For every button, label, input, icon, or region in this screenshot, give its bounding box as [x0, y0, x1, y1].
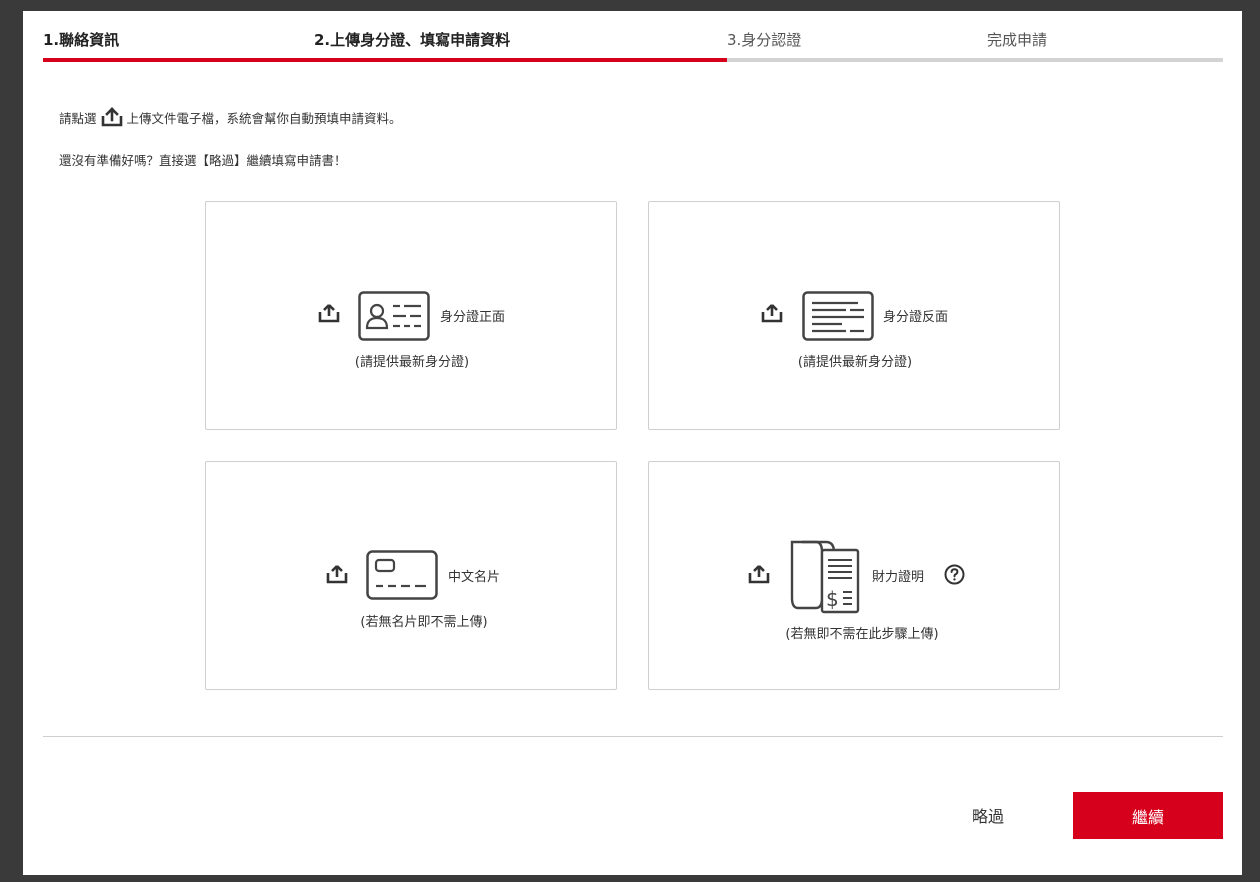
card-label: 身分證反面 — [883, 310, 949, 325]
upload-card-financial-proof[interactable]: $ 財力證明 (若無即不需在此步驟上傳) — [648, 461, 1060, 690]
svg-text:$: $ — [826, 587, 839, 611]
upload-icon — [326, 565, 348, 584]
upload-icon — [101, 107, 122, 127]
progress-track-fill — [43, 58, 728, 62]
upload-card-id-front[interactable]: 身分證正面 (請提供最新身分證) — [205, 201, 617, 430]
upload-icon — [761, 304, 783, 323]
step-identity-verification: 3.身分認證 — [727, 31, 802, 49]
intro-suffix: 上傳文件電子檔，系統會幫你自動預填申請資料。 — [126, 110, 402, 126]
footer-divider — [43, 736, 1223, 737]
card-hint: (若無名片即不需上傳) — [360, 615, 488, 630]
application-panel: 1.聯絡資訊 2.上傳身分證、填寫申請資料 3.身分認證 完成申請 請點選 上傳… — [23, 11, 1242, 875]
continue-button[interactable]: 繼續 — [1073, 792, 1223, 839]
upload-card-id-back[interactable]: 身分證反面 (請提供最新身分證) — [648, 201, 1060, 430]
intro-line-1: 請點選 上傳文件電子檔，系統會幫你自動預填申請資料。 — [59, 107, 402, 127]
skip-button[interactable]: 略過 — [953, 800, 1023, 830]
card-label: 財力證明 — [872, 570, 925, 585]
upload-card-business-card[interactable]: 中文名片 (若無名片即不需上傳) — [205, 461, 617, 690]
upload-icon — [748, 565, 770, 584]
business-card-icon — [366, 550, 438, 600]
intro-prefix: 請點選 — [59, 110, 97, 126]
step-upload-id: 2.上傳身分證、填寫申請資料 — [314, 31, 511, 49]
card-label: 身分證正面 — [440, 310, 506, 325]
progress-track — [43, 58, 1223, 62]
card-hint: (請提供最新身分證) — [797, 355, 913, 370]
step-contact-info: 1.聯絡資訊 — [43, 31, 120, 49]
upload-icon — [318, 304, 340, 323]
card-label: 中文名片 — [448, 570, 501, 585]
id-card-front-icon — [358, 291, 430, 341]
card-hint: (請提供最新身分證) — [354, 355, 470, 370]
financial-document-icon: $ — [790, 540, 860, 614]
card-hint: (若無即不需在此步驟上傳) — [785, 627, 939, 642]
help-icon[interactable] — [944, 564, 965, 585]
step-complete: 完成申請 — [987, 31, 1048, 49]
intro-line-2: 還沒有準備好嗎？直接選【略過】繼續填寫申請書！ — [59, 153, 347, 168]
id-card-back-icon — [802, 291, 874, 341]
